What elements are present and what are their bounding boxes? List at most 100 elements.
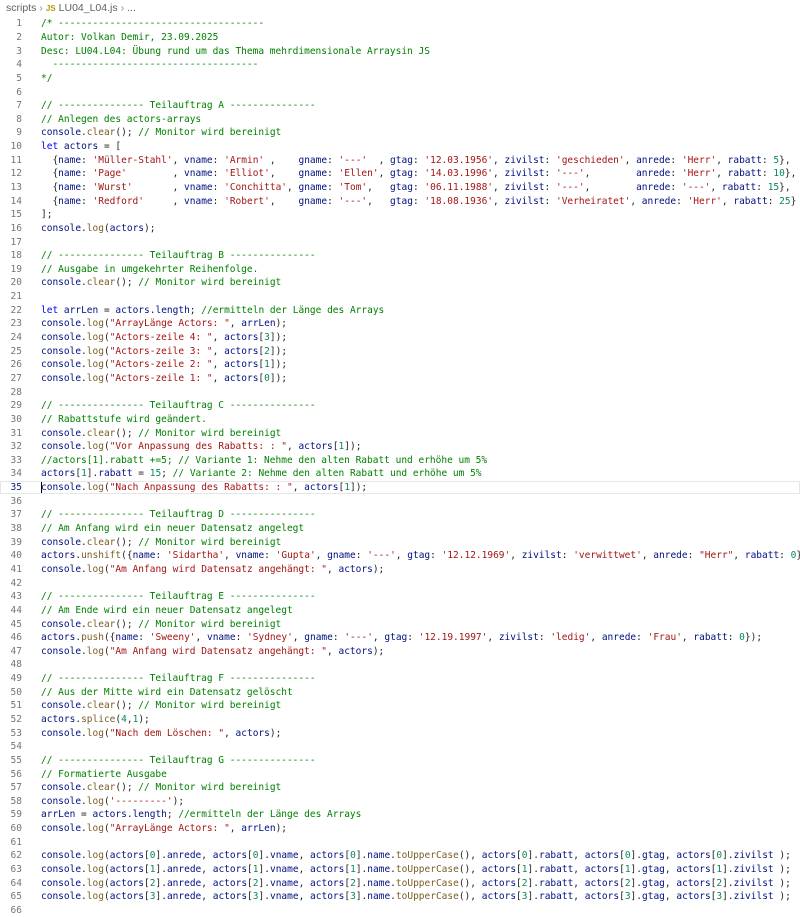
code-line[interactable]: 14 {name: 'Redford' , vname: 'Robert', g…: [0, 194, 800, 208]
code-line[interactable]: 3 Desc: LU04.L04: Übung rund um das Thema…: [0, 44, 800, 58]
code-text: console.log(actors[3].anrede, actors[3].…: [22, 891, 791, 902]
breadcrumb-file[interactable]: LU04_L04.js: [59, 2, 118, 14]
code-line[interactable]: 31 console.clear(); // Monitor wird berei…: [0, 426, 800, 440]
code-token: arrLen: [41, 809, 76, 821]
code-line[interactable]: 53 console.log("Nach dem Löschen: ", acto…: [0, 726, 800, 740]
code-line[interactable]: 43 // --------------- Teilauftrag E -----…: [0, 590, 800, 604]
code-line[interactable]: 22 let arrLen = actors.length; //ermittel…: [0, 303, 800, 317]
code-line[interactable]: 32 console.log("Vor Anpassung des Rabatts…: [0, 440, 800, 454]
line-number: 63: [10, 864, 22, 876]
code-text: console.log(actors);: [22, 223, 155, 234]
code-line[interactable]: 8 // Anlegen des actors-arrays: [0, 112, 800, 126]
code-line[interactable]: 56 // Formatierte Ausgabe: [0, 767, 800, 781]
code-line[interactable]: 64 console.log(actors[2].anrede, actors[2…: [0, 876, 800, 890]
code-line[interactable]: 41 console.log("Am Anfang wird Datensatz …: [0, 563, 800, 577]
code-token: ,: [733, 550, 745, 562]
code-line[interactable]: 59 arrLen = actors.length; //ermitteln de…: [0, 808, 800, 822]
code-line[interactable]: 27 console.log("Actors-zeile 1: ", actors…: [0, 372, 800, 386]
code-line[interactable]: 30 // Rabattstufe wird geändert.: [0, 413, 800, 427]
code-line[interactable]: 55 // --------------- Teilauftrag G -----…: [0, 754, 800, 768]
line-number: 49: [10, 673, 22, 685]
code-line[interactable]: 36: [0, 494, 800, 508]
code-line[interactable]: 35 console.log("Nach Anpassung des Rabatt…: [0, 480, 800, 495]
code-token: });: [744, 632, 763, 644]
code-line[interactable]: 58 console.log('---------');: [0, 795, 800, 809]
code-line[interactable]: 24 console.log("Actors-zeile 4: ", actors…: [0, 331, 800, 345]
code-line[interactable]: 37 // --------------- Teilauftrag D -----…: [0, 508, 800, 522]
code-line[interactable]: 39 console.clear(); // Monitor wird berei…: [0, 535, 800, 549]
code-token: ,: [126, 168, 185, 180]
code-line[interactable]: 34 actors[1].rabatt = 15; // Variante 2: …: [0, 467, 800, 481]
code-line[interactable]: 29 // --------------- Teilauftrag C -----…: [0, 399, 800, 413]
code-line[interactable]: 9 console.clear(); // Monitor wird berein…: [0, 126, 800, 140]
code-token: // Ausgabe in umgekehrter Reihenfolge.: [41, 263, 259, 275]
code-line[interactable]: 60 console.log("ArrayLänge Actors: ", arr…: [0, 822, 800, 836]
code-token: length: [155, 304, 190, 316]
code-line[interactable]: 50 // Aus der Mitte wird ein Datensatz ge…: [0, 685, 800, 699]
code-line[interactable]: 46 actors.push({name: 'Sweeny', vname: 'S…: [0, 631, 800, 645]
code-line[interactable]: 38 // Am Anfang wird ein neuer Datensatz …: [0, 522, 800, 536]
code-token: zivilst: [733, 850, 774, 862]
code-line[interactable]: 66: [0, 904, 800, 917]
code-line[interactable]: 7 // --------------- Teilauftrag A ------…: [0, 99, 800, 113]
code-line[interactable]: 25 console.log("Actors-zeile 3: ", actors…: [0, 344, 800, 358]
code-line[interactable]: 47 console.log("Am Anfang wird Datensatz …: [0, 644, 800, 658]
code-token: });: [796, 550, 800, 561]
code-line[interactable]: 11 {name: 'Müller-Stahl', vname: 'Armin'…: [0, 153, 800, 167]
code-line[interactable]: 18 // --------------- Teilauftrag B -----…: [0, 249, 800, 263]
code-line[interactable]: 2 Autor: Volkan Demir, 23.09.2025: [0, 31, 800, 45]
line-number: 44: [10, 604, 22, 616]
code-token: //actors[1].rabatt +=5; // Variante 1: N…: [41, 454, 488, 466]
code-line[interactable]: 57 console.clear(); // Monitor wird berei…: [0, 781, 800, 795]
code-token: :: [327, 154, 339, 166]
code-line[interactable]: 1 /* ------------------------------------: [0, 17, 800, 31]
code-line[interactable]: 12 {name: 'Page' , vname: 'Elliot', gnam…: [0, 167, 800, 181]
code-line[interactable]: 62 console.log(actors[0].anrede, actors[0…: [0, 849, 800, 863]
code-line[interactable]: 28: [0, 385, 800, 399]
code-text: actors.push({name: 'Sweeny', vname: 'Syd…: [22, 632, 762, 643]
code-line[interactable]: 48: [0, 658, 800, 672]
code-token: =: [98, 304, 116, 316]
code-line[interactable]: 33 //actors[1].rabatt +=5; // Variante 1:…: [0, 454, 800, 468]
code-line[interactable]: 44 // Am Ende wird ein neuer Datensatz an…: [0, 604, 800, 618]
code-token: console: [41, 864, 82, 876]
code-line[interactable]: 4 ------------------------------------: [0, 58, 800, 72]
code-line[interactable]: 42: [0, 576, 800, 590]
code-line[interactable]: 23 console.log("ArrayLänge Actors: ", arr…: [0, 317, 800, 331]
code-token: actors: [41, 550, 76, 562]
code-line[interactable]: 5 */: [0, 72, 800, 86]
code-token: zivilst: [733, 864, 774, 876]
code-line[interactable]: 26 console.log("Actors-zeile 2: ", actors…: [0, 358, 800, 372]
code-line[interactable]: 65 console.log(actors[3].anrede, actors[3…: [0, 890, 800, 904]
code-line[interactable]: 16 console.log(actors);: [0, 222, 800, 236]
code-token: 10: [773, 168, 785, 180]
code-line[interactable]: 51 console.clear(); // Monitor wird berei…: [0, 699, 800, 713]
code-token: arrLen: [63, 304, 99, 316]
line-number: 51: [10, 700, 22, 712]
code-line[interactable]: 63 console.log(actors[1].anrede, actors[1…: [0, 863, 800, 877]
code-line[interactable]: 54: [0, 740, 800, 754]
code-line[interactable]: 19 // Ausgabe in umgekehrter Reihenfolge.: [0, 263, 800, 277]
code-token: "Nach dem Löschen: ": [109, 727, 225, 739]
code-token: ].: [155, 864, 167, 876]
code-token: zivilst: [504, 154, 545, 166]
code-line[interactable]: 6: [0, 85, 800, 99]
code-token: log: [86, 823, 104, 835]
code-line[interactable]: 10 let actors = [: [0, 140, 800, 154]
breadcrumb-folder[interactable]: scripts: [6, 2, 36, 14]
code-line[interactable]: 61: [0, 835, 800, 849]
code-token: //ermitteln der Länge des Arrays: [201, 304, 385, 316]
code-line[interactable]: 45 console.clear(); // Monitor wird berei…: [0, 617, 800, 631]
code-line[interactable]: 13 {name: 'Wurst' , vname: 'Conchitta', …: [0, 181, 800, 195]
code-line[interactable]: 21: [0, 290, 800, 304]
code-token: 'Ellen': [338, 168, 379, 180]
code-line[interactable]: 17: [0, 235, 800, 249]
code-line[interactable]: 49 // --------------- Teilauftrag F -----…: [0, 672, 800, 686]
code-token: actors: [584, 877, 620, 889]
code-editor[interactable]: 1 /* ------------------------------------…: [0, 17, 800, 917]
code-line[interactable]: 52 actors.splice(4,1);: [0, 713, 800, 727]
code-line[interactable]: 40 actors.unshift({name: 'Sidartha', vnam…: [0, 549, 800, 563]
code-line[interactable]: 20 console.clear(); // Monitor wird berei…: [0, 276, 800, 290]
code-line[interactable]: 15];: [0, 208, 800, 222]
breadcrumb-symbols[interactable]: ...: [127, 2, 136, 14]
